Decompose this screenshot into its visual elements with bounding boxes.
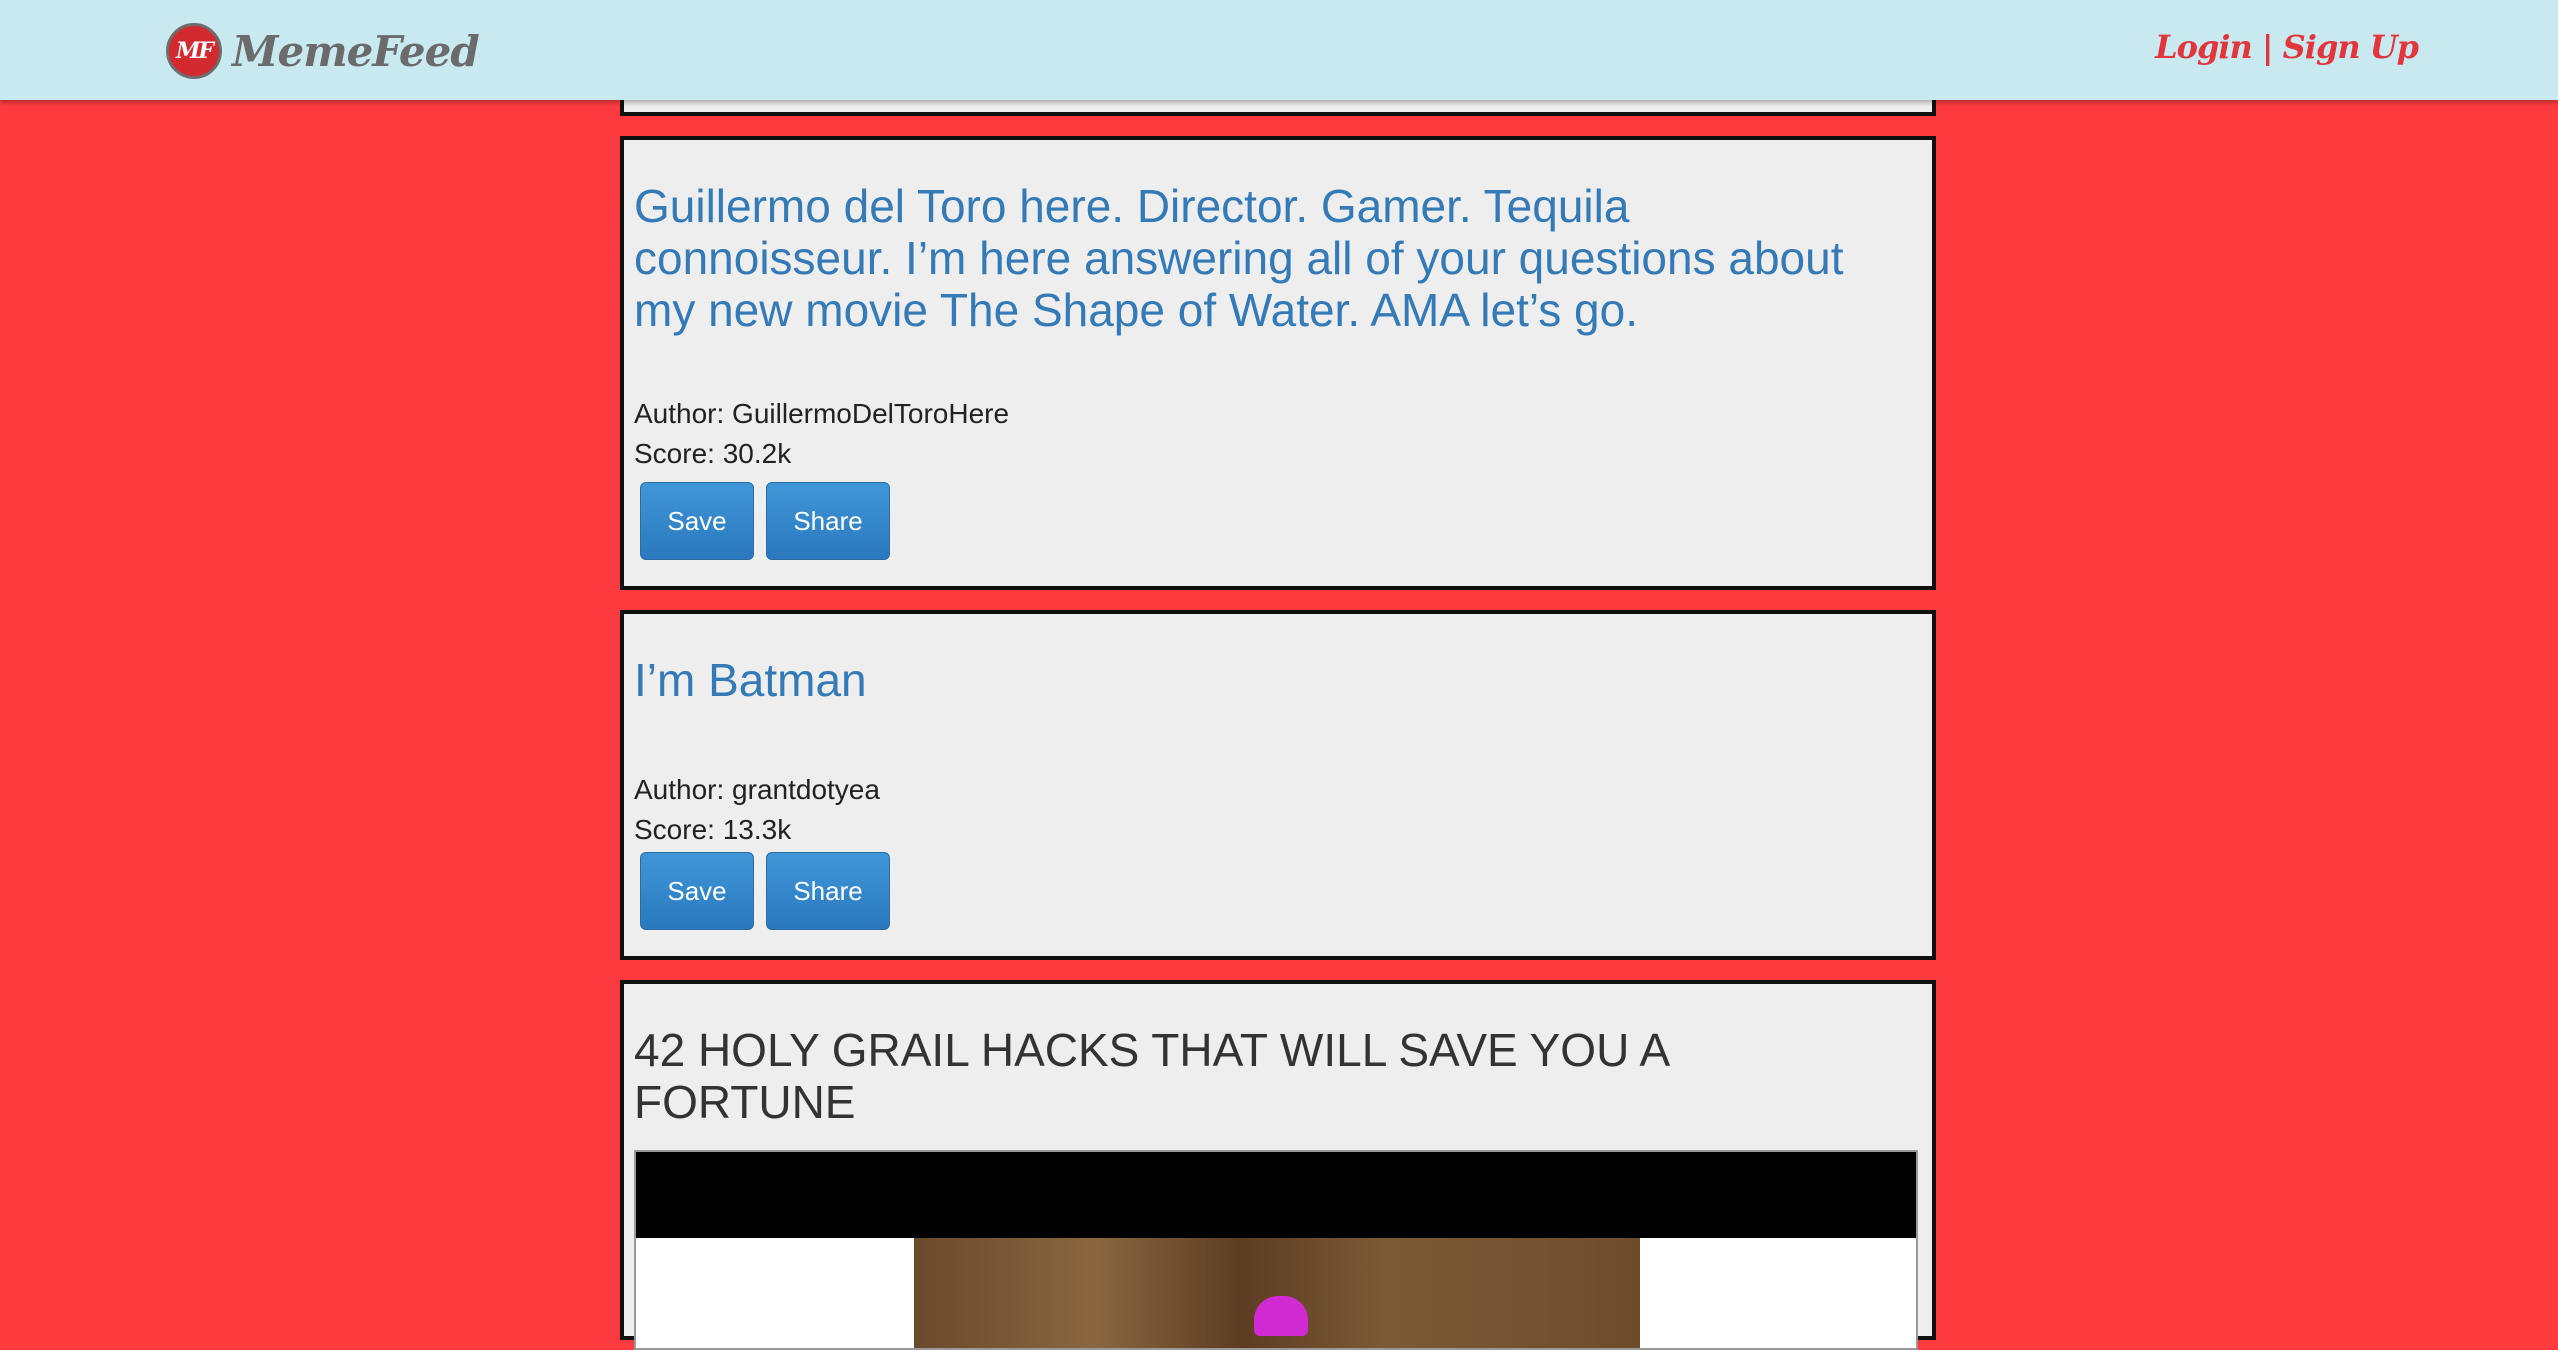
- brand-name: MemeFeed: [232, 26, 480, 76]
- media-letterbox-bar: [636, 1152, 1916, 1238]
- post-score: Score: 13.3k: [634, 814, 792, 845]
- save-button[interactable]: Save: [640, 482, 754, 560]
- post-score: Score: 30.2k: [634, 438, 792, 469]
- post-author: Author: grantdotyea: [634, 774, 880, 805]
- share-button[interactable]: Share: [766, 482, 890, 560]
- memefeed-logo-icon: MF: [166, 23, 222, 79]
- login-signup-link[interactable]: Login | Sign Up: [2155, 28, 2419, 66]
- media-bottle-shape: [1254, 1296, 1308, 1336]
- top-navbar: MF MemeFeed Login | Sign Up: [0, 0, 2558, 100]
- post-media-embed[interactable]: [634, 1150, 1918, 1350]
- post-actions: Save Share: [640, 852, 890, 930]
- share-button[interactable]: Share: [766, 852, 890, 930]
- post-card: I’m Batman Author: grantdotyea Score: 13…: [620, 610, 1936, 960]
- brand-home-link[interactable]: MF MemeFeed: [166, 22, 480, 80]
- save-button[interactable]: Save: [640, 852, 754, 930]
- post-card: Guillermo del Toro here. Director. Gamer…: [620, 136, 1936, 590]
- post-title-heading: 42 HOLY GRAIL HACKS THAT WILL SAVE YOU A…: [634, 1024, 1668, 1128]
- post-title-link[interactable]: I’m Batman: [634, 654, 867, 706]
- post-actions: Save Share: [640, 482, 890, 560]
- post-card: 42 HOLY GRAIL HACKS THAT WILL SAVE YOU A…: [620, 980, 1936, 1350]
- post-author: Author: GuillermoDelToroHere: [634, 398, 1010, 429]
- post-title-link[interactable]: Guillermo del Toro here. Director. Gamer…: [634, 180, 1894, 336]
